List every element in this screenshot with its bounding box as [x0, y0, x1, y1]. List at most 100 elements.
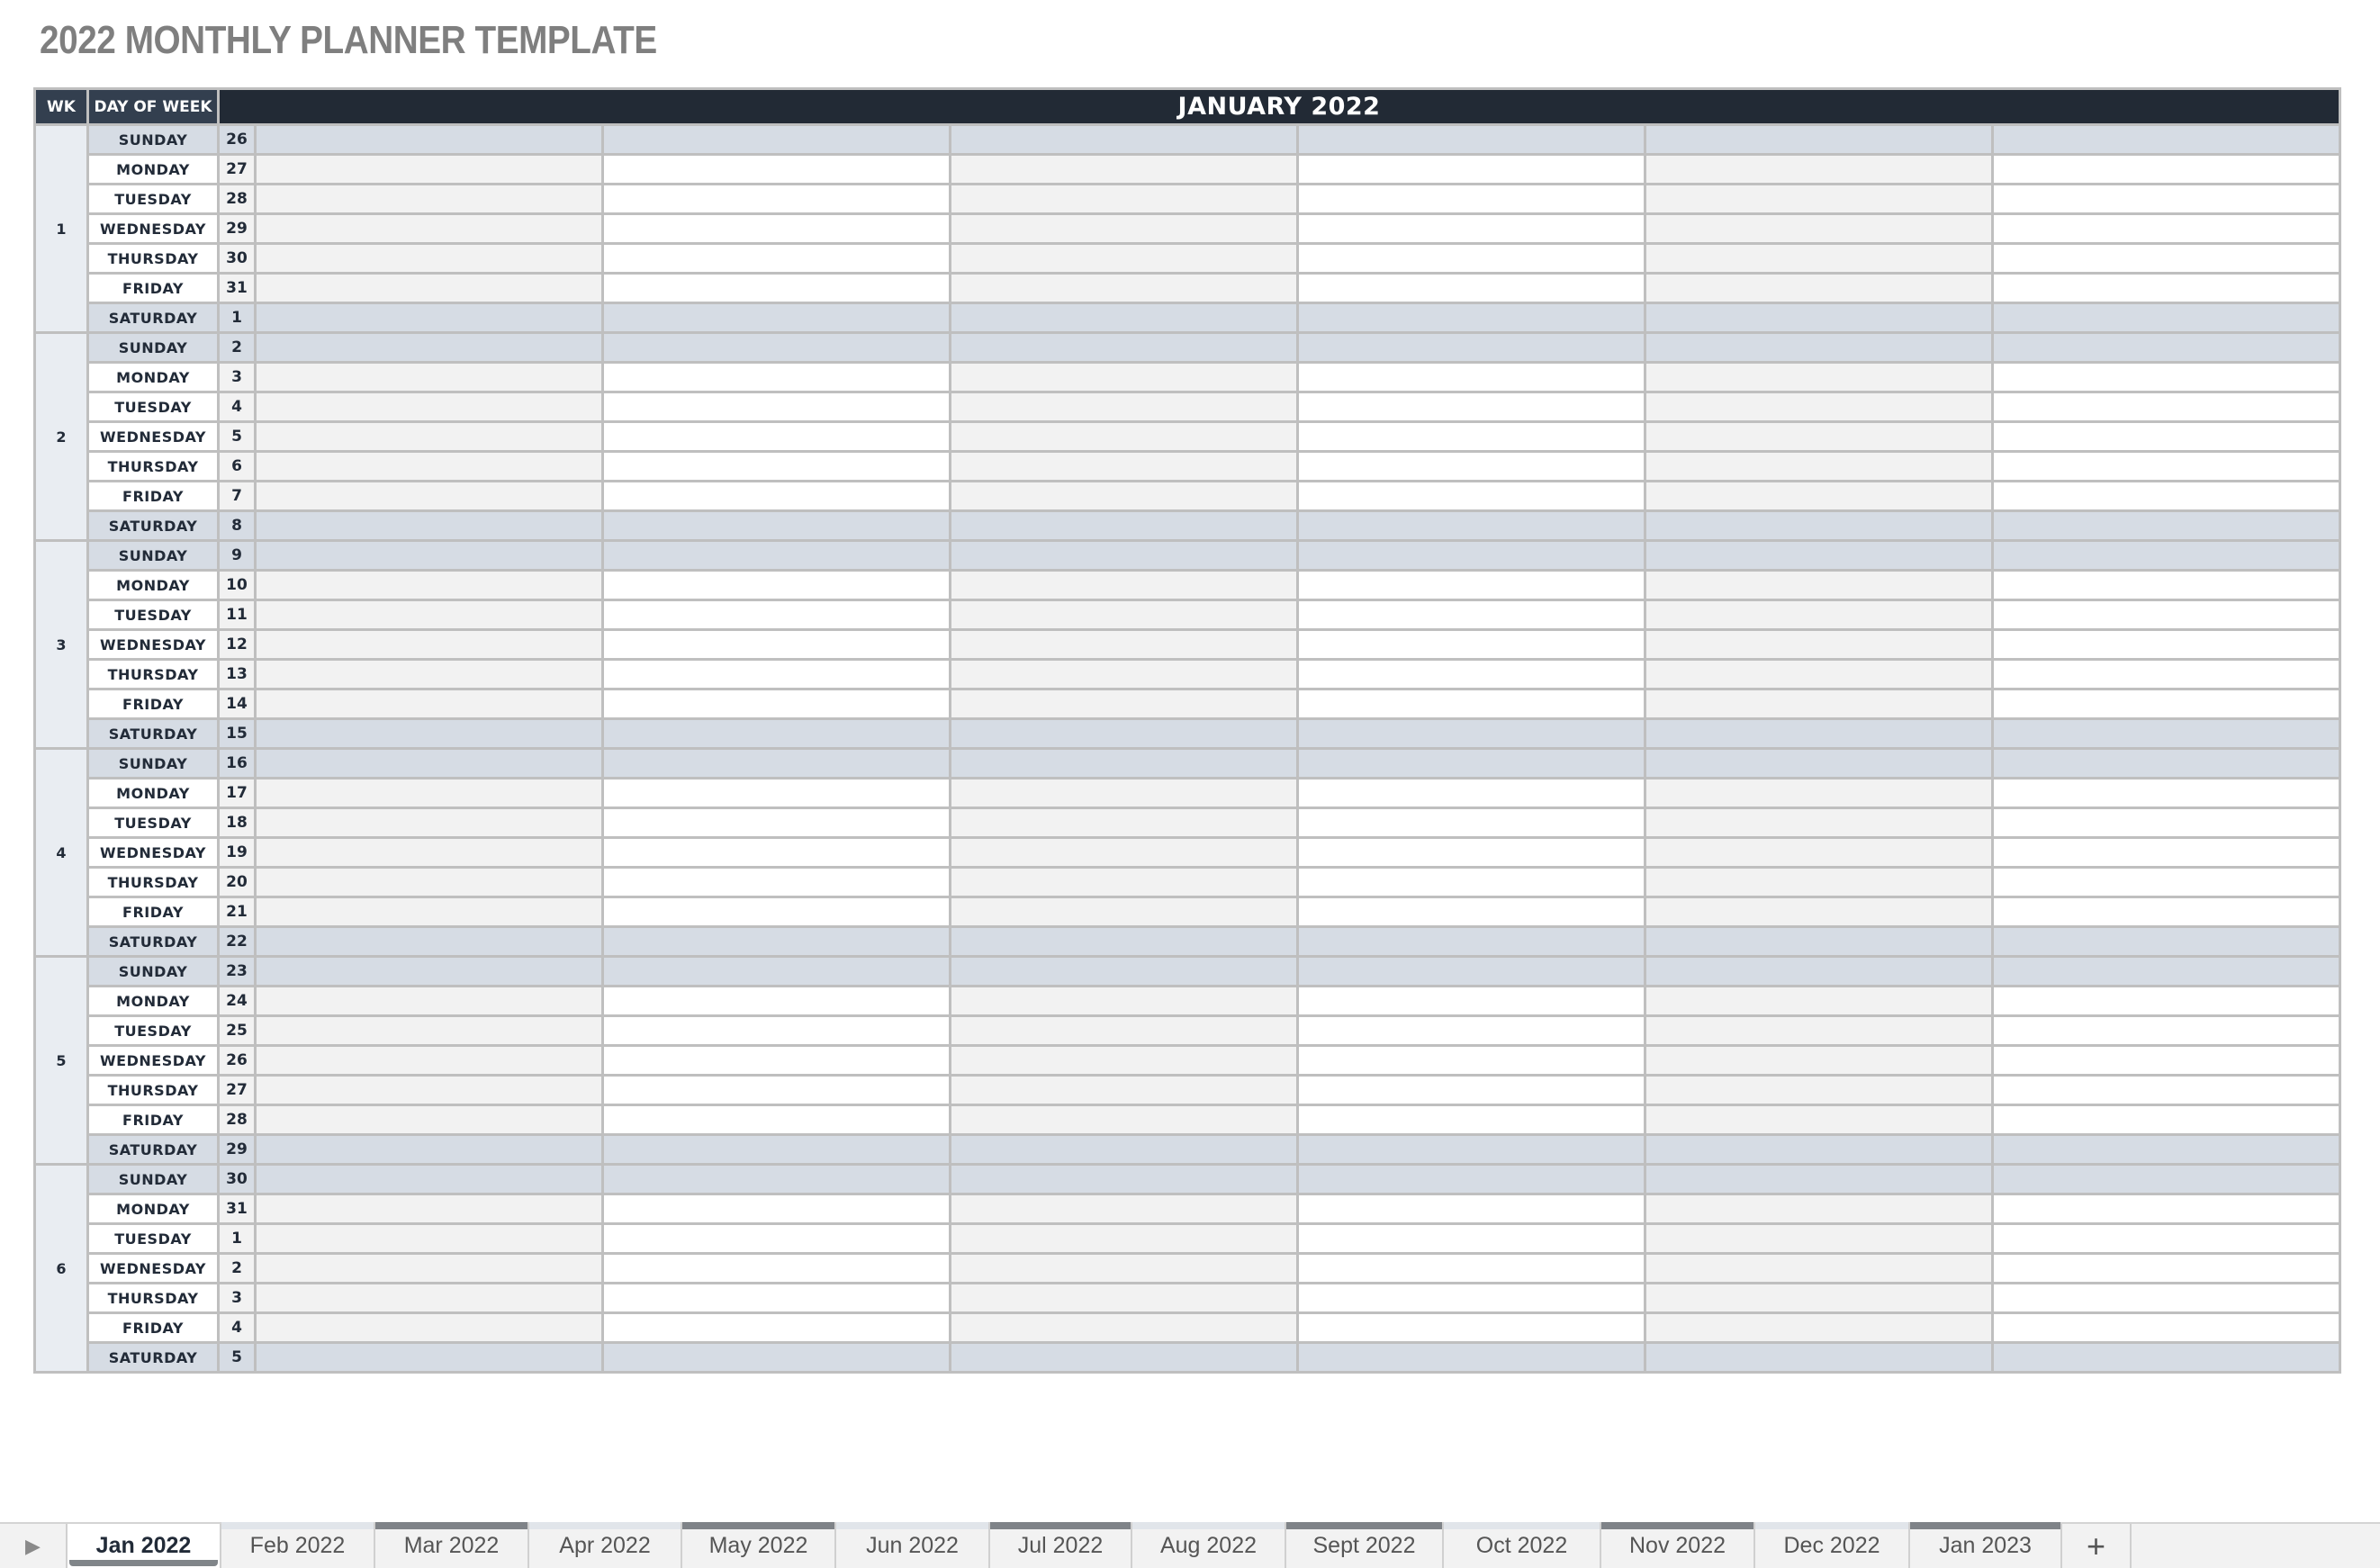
- note-cell[interactable]: [1644, 1014, 1994, 1047]
- note-cell[interactable]: [1990, 1133, 2342, 1166]
- note-cell[interactable]: [1296, 925, 1646, 958]
- note-cell[interactable]: [949, 450, 1299, 482]
- day-of-week-cell[interactable]: MONDAY: [86, 569, 220, 601]
- note-cell[interactable]: [1296, 1282, 1646, 1314]
- note-cell[interactable]: [1296, 1014, 1646, 1047]
- note-cell[interactable]: [254, 896, 604, 928]
- note-cell[interactable]: [1644, 985, 1994, 1017]
- date-cell[interactable]: 4: [217, 1311, 257, 1344]
- sheet-tab[interactable]: Jul 2022: [990, 1522, 1132, 1568]
- date-cell[interactable]: 2: [217, 1252, 257, 1284]
- note-cell[interactable]: [1296, 747, 1646, 779]
- date-cell[interactable]: 11: [217, 599, 257, 631]
- note-cell[interactable]: [601, 123, 951, 156]
- note-cell[interactable]: [1990, 272, 2342, 304]
- day-of-week-cell[interactable]: FRIDAY: [86, 1311, 220, 1344]
- note-cell[interactable]: [254, 450, 604, 482]
- day-of-week-cell[interactable]: THURSDAY: [86, 450, 220, 482]
- date-cell[interactable]: 4: [217, 391, 257, 423]
- week-number-cell[interactable]: 5: [33, 955, 89, 1166]
- day-of-week-cell[interactable]: MONDAY: [86, 985, 220, 1017]
- note-cell[interactable]: [949, 1282, 1299, 1314]
- note-cell[interactable]: [1990, 1222, 2342, 1255]
- day-of-week-cell[interactable]: FRIDAY: [86, 272, 220, 304]
- note-cell[interactable]: [254, 420, 604, 453]
- note-cell[interactable]: [949, 1074, 1299, 1106]
- note-cell[interactable]: [1296, 272, 1646, 304]
- date-cell[interactable]: 20: [217, 866, 257, 898]
- note-cell[interactable]: [254, 212, 604, 245]
- day-of-week-cell[interactable]: THURSDAY: [86, 242, 220, 275]
- note-cell[interactable]: [601, 747, 951, 779]
- date-cell[interactable]: 9: [217, 539, 257, 572]
- note-cell[interactable]: [1296, 777, 1646, 809]
- day-of-week-cell[interactable]: FRIDAY: [86, 480, 220, 512]
- note-cell[interactable]: [1644, 480, 1994, 512]
- note-cell[interactable]: [949, 925, 1299, 958]
- date-cell[interactable]: 26: [217, 1044, 257, 1077]
- note-cell[interactable]: [949, 331, 1299, 364]
- note-cell[interactable]: [1296, 688, 1646, 720]
- day-of-week-cell[interactable]: FRIDAY: [86, 1104, 220, 1136]
- note-cell[interactable]: [949, 539, 1299, 572]
- note-cell[interactable]: [1990, 1044, 2342, 1077]
- day-of-week-cell[interactable]: TUESDAY: [86, 599, 220, 631]
- day-of-week-cell[interactable]: MONDAY: [86, 361, 220, 393]
- note-cell[interactable]: [949, 1193, 1299, 1225]
- note-cell[interactable]: [1990, 985, 2342, 1017]
- day-of-week-cell[interactable]: THURSDAY: [86, 866, 220, 898]
- note-cell[interactable]: [949, 361, 1299, 393]
- note-cell[interactable]: [1644, 1222, 1994, 1255]
- note-cell[interactable]: [1296, 1044, 1646, 1077]
- note-cell[interactable]: [1990, 331, 2342, 364]
- date-cell[interactable]: 31: [217, 1193, 257, 1225]
- day-of-week-cell[interactable]: TUESDAY: [86, 183, 220, 215]
- note-cell[interactable]: [601, 302, 951, 334]
- day-of-week-cell[interactable]: TUESDAY: [86, 391, 220, 423]
- note-cell[interactable]: [1296, 153, 1646, 185]
- note-cell[interactable]: [601, 361, 951, 393]
- day-of-week-cell[interactable]: MONDAY: [86, 777, 220, 809]
- sheet-tab[interactable]: Oct 2022: [1444, 1522, 1601, 1568]
- note-cell[interactable]: [1990, 628, 2342, 661]
- note-cell[interactable]: [1990, 955, 2342, 987]
- date-cell[interactable]: 5: [217, 420, 257, 453]
- note-cell[interactable]: [254, 747, 604, 779]
- day-of-week-cell[interactable]: SUNDAY: [86, 331, 220, 364]
- note-cell[interactable]: [1644, 539, 1994, 572]
- date-cell[interactable]: 1: [217, 302, 257, 334]
- day-of-week-cell[interactable]: SATURDAY: [86, 925, 220, 958]
- note-cell[interactable]: [1296, 569, 1646, 601]
- note-cell[interactable]: [1644, 361, 1994, 393]
- note-cell[interactable]: [949, 807, 1299, 839]
- sheet-nav-button[interactable]: ▶: [0, 1524, 68, 1568]
- date-cell[interactable]: 30: [217, 242, 257, 275]
- note-cell[interactable]: [1296, 1311, 1646, 1344]
- note-cell[interactable]: [1296, 717, 1646, 750]
- note-cell[interactable]: [254, 272, 604, 304]
- note-cell[interactable]: [1990, 777, 2342, 809]
- day-of-week-cell[interactable]: WEDNESDAY: [86, 1252, 220, 1284]
- day-of-week-cell[interactable]: SUNDAY: [86, 123, 220, 156]
- sheet-tab[interactable]: Sept 2022: [1286, 1522, 1444, 1568]
- note-cell[interactable]: [1296, 539, 1646, 572]
- note-cell[interactable]: [601, 1282, 951, 1314]
- note-cell[interactable]: [1644, 569, 1994, 601]
- note-cell[interactable]: [949, 391, 1299, 423]
- note-cell[interactable]: [1990, 1311, 2342, 1344]
- note-cell[interactable]: [254, 1341, 604, 1374]
- note-cell[interactable]: [1644, 212, 1994, 245]
- note-cell[interactable]: [1296, 658, 1646, 690]
- note-cell[interactable]: [1296, 302, 1646, 334]
- date-cell[interactable]: 8: [217, 509, 257, 542]
- note-cell[interactable]: [601, 688, 951, 720]
- note-cell[interactable]: [1296, 450, 1646, 482]
- note-cell[interactable]: [254, 925, 604, 958]
- note-cell[interactable]: [949, 628, 1299, 661]
- note-cell[interactable]: [1644, 1341, 1994, 1374]
- date-cell[interactable]: 28: [217, 183, 257, 215]
- note-cell[interactable]: [949, 1044, 1299, 1077]
- note-cell[interactable]: [254, 123, 604, 156]
- note-cell[interactable]: [1990, 866, 2342, 898]
- note-cell[interactable]: [254, 1252, 604, 1284]
